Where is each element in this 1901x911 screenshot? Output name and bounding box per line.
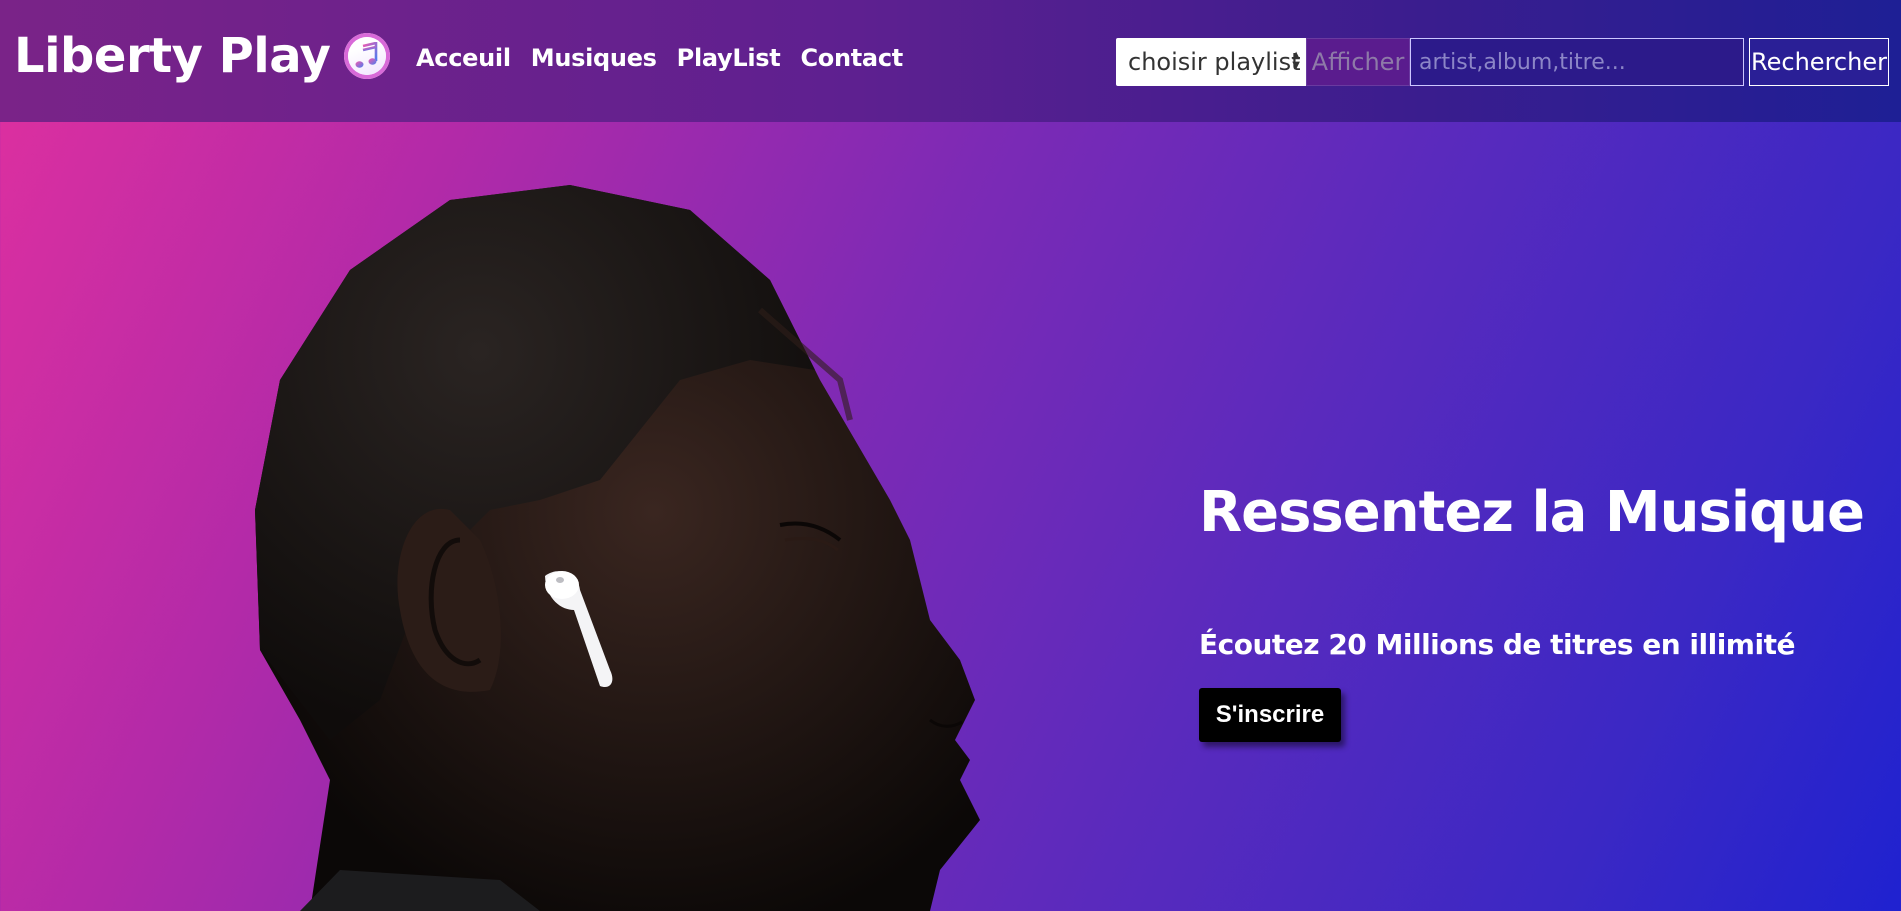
select-arrows-icon: ▲ ▼ [1292, 50, 1300, 71]
hero-subtitle: Écoutez 20 Millions de titres en illimit… [1199, 628, 1795, 661]
hero-image-man-with-earbud [240, 180, 1000, 911]
search-input[interactable] [1410, 38, 1744, 86]
navbar: Liberty Play Acceuil Musiques PlayList C… [0, 0, 1901, 122]
brand[interactable]: Liberty Play [14, 28, 391, 84]
signup-button[interactable]: S'inscrire [1199, 688, 1341, 742]
playlist-select-value: choisir playlist [1128, 48, 1301, 76]
nav-item-acceuil[interactable]: Acceuil [416, 44, 511, 72]
nav-item-playlist[interactable]: PlayList [677, 44, 781, 72]
brand-name[interactable]: Liberty Play [14, 28, 331, 84]
main-nav: Acceuil Musiques PlayList Contact [416, 44, 923, 72]
playlist-select[interactable]: choisir playlist ▲ ▼ [1116, 38, 1306, 86]
search-group: choisir playlist ▲▼ Afficher Rechercher [1116, 38, 1889, 86]
nav-item-musiques[interactable]: Musiques [531, 44, 657, 72]
search-button[interactable]: Rechercher [1749, 38, 1889, 86]
itunes-music-icon [344, 33, 391, 79]
nav-item-contact[interactable]: Contact [800, 44, 903, 72]
hero-title: Ressentez la Musique [1199, 480, 1865, 545]
afficher-button[interactable]: Afficher [1306, 38, 1410, 86]
